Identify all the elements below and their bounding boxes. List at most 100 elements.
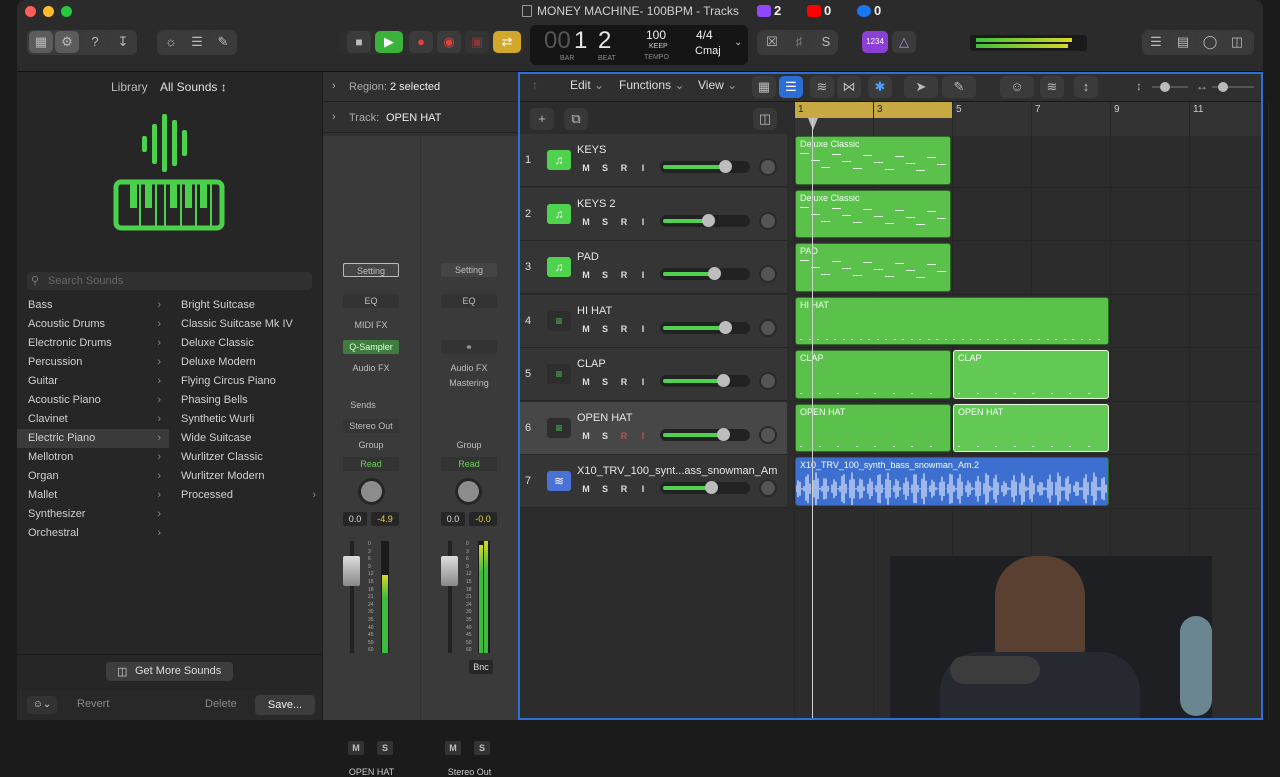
revert-button[interactable]: Revert [77,698,109,710]
record-enable-button[interactable]: R [617,430,631,442]
library-toggle-icon[interactable]: ▦ [29,31,53,53]
smart-controls-icon[interactable]: ☼ [159,31,183,53]
track-name[interactable]: X10_TRV_100_synt...ass_snowman_Am [577,465,777,477]
list-view-icon[interactable]: ☰ [779,76,803,98]
close-window-button[interactable] [25,6,36,17]
library-category[interactable]: Acoustic Piano › [17,391,169,410]
library-sound[interactable]: Classic Suitcase Mk IV [170,315,322,334]
track-volume-handle[interactable] [702,213,716,227]
eq-button-2[interactable]: EQ [441,294,497,308]
track-pan-knob[interactable] [759,265,777,283]
grid-view-icon[interactable]: ▦ [752,76,776,98]
track-pan-knob[interactable] [759,318,777,337]
record-enable-button[interactable]: R [617,376,631,388]
lcd-display[interactable]: 00 1 2 BAR BEAT 100 KEEP TEMPO 4/4 Cmaj … [530,25,748,65]
setting-button-1[interactable]: Setting [343,263,399,277]
vertical-fit-icon[interactable]: ↕ [1136,79,1142,93]
solo-button-1[interactable]: S [377,741,393,755]
library-sound[interactable]: Processed › [170,486,322,505]
vertical-zoom-slider[interactable] [1152,82,1188,92]
catch-icon[interactable]: ✱ [868,76,892,98]
tuner-icon[interactable]: ☒ [760,31,784,53]
group-slot-1[interactable]: Group [343,438,399,452]
setting-button-2[interactable]: Setting [441,263,497,277]
library-sound[interactable]: Wide Suitcase [170,429,322,448]
library-category[interactable]: Synthesizer › [17,505,169,524]
solo-button[interactable]: S [598,376,612,388]
solo-button[interactable]: S [598,162,612,174]
stop-button[interactable]: ■ [347,31,371,53]
library-category[interactable]: Percussion › [17,353,169,372]
library-sound[interactable]: Phasing Bells [170,391,322,410]
track-volume-fader[interactable] [660,320,750,334]
region[interactable]: Deluxe Classic [795,189,951,238]
track-volume-fader[interactable] [660,481,750,494]
track-volume-handle[interactable] [708,267,722,280]
region[interactable]: HI HAT [795,296,1109,345]
automation-icon[interactable]: ≋ [810,76,834,98]
solo-button-2[interactable]: S [474,741,490,755]
track-header[interactable]: 1 ♫ KEYS M S R I [520,134,787,187]
edit-menu[interactable]: Edit ⌄ [570,78,604,92]
link-icon[interactable]: ⚭ [441,340,497,354]
eq-button-1[interactable]: EQ [343,294,399,308]
library-category[interactable]: Orchestral › [17,524,169,543]
horizontal-zoom-handle[interactable] [1218,82,1228,92]
action-menu-icon[interactable]: ☺⌄ [27,696,57,714]
track-volume-fader[interactable] [660,427,750,441]
track-header[interactable]: 5 ≡ CLAP M S R I [520,348,787,401]
library-category[interactable]: Guitar › [17,372,169,391]
global-tracks-icon[interactable]: ◫ [753,108,777,130]
track-pan-knob[interactable] [759,479,777,497]
library-sound[interactable]: Wurlitzer Classic [170,448,322,467]
solo-button[interactable]: S [598,323,612,335]
track-pan-knob[interactable] [759,372,777,390]
loop-browser-icon[interactable]: ◯ [1198,31,1222,53]
volume-fader-1[interactable] [343,556,360,586]
track-volume-handle[interactable] [719,160,732,173]
library-category[interactable]: Electric Piano › [17,429,169,448]
mute-button[interactable]: M [579,376,593,388]
record-enable-button[interactable]: R [617,162,631,174]
input-monitor-button[interactable]: I [636,376,650,388]
quick-help-icon[interactable]: ? [83,31,107,53]
region[interactable]: OPEN HAT [795,403,951,452]
track-volume-handle[interactable] [717,427,731,441]
record-enable-button[interactable]: R [617,269,631,281]
view-menu[interactable]: View ⌄ [698,78,737,92]
mute-button[interactable]: M [579,430,593,442]
save-button[interactable]: Save... [255,695,315,715]
region-disclosure-icon[interactable]: › [332,80,336,92]
track-pan-knob[interactable] [759,425,777,444]
flex-icon[interactable]: ⋈ [837,76,861,98]
library-category[interactable]: Organ › [17,467,169,486]
inspector-toggle-icon[interactable]: ⚙ [55,31,79,53]
pointer-tool-icon[interactable]: ➤ [904,76,938,98]
count-in-button[interactable]: 1234 [862,31,888,53]
get-more-sounds-button[interactable]: ◫ Get More Sounds [106,662,233,681]
bounce-button[interactable]: Bnc [469,660,493,674]
track-volume-fader[interactable] [660,374,750,387]
library-filter-dropdown[interactable]: All Sounds ↕ [160,80,227,94]
mute-button[interactable]: M [579,323,593,335]
editors-icon[interactable]: ✎ [211,31,235,53]
library-category[interactable]: Electronic Drums › [17,334,169,353]
autopunch-icon[interactable]: ▣ [465,31,489,53]
notepad-icon[interactable]: ▤ [1171,31,1195,53]
library-category[interactable]: Acoustic Drums › [17,315,169,334]
horizontal-zoom-slider[interactable] [1212,82,1254,92]
region[interactable]: CLAP [953,350,1109,399]
solo-button[interactable]: S [598,483,612,495]
midi-fx-slot[interactable]: MIDI FX [343,318,399,332]
playhead-handle[interactable] [808,118,818,130]
track-volume-handle[interactable] [719,320,732,334]
zoom-window-button[interactable] [61,6,72,17]
solo-icon[interactable]: ♯ [787,31,811,53]
record-enable-button[interactable]: R [617,323,631,335]
output-slot[interactable]: Stereo Out [343,419,399,433]
track-pan-knob[interactable] [759,158,777,176]
track-name[interactable]: HI HAT [577,305,612,317]
library-sound[interactable]: Flying Circus Piano [170,372,322,391]
track-name[interactable]: OPEN HAT [577,412,632,424]
solo-button[interactable]: S [598,430,612,442]
